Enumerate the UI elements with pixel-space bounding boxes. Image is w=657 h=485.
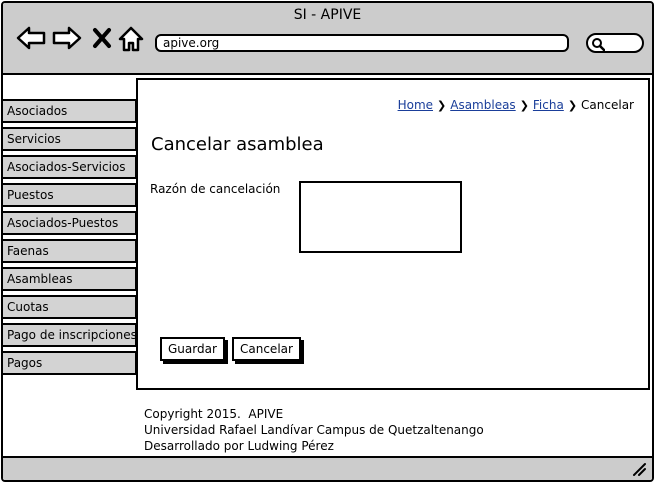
sidebar-item-asambleas[interactable]: Asambleas [3,267,137,291]
sidebar-item-pago-inscripciones[interactable]: Pago de inscripciones [3,323,137,347]
footer-university: Universidad Rafael Landívar Campus de Qu… [144,423,484,437]
search-icon [592,38,605,51]
footer-copyright: Copyright 2015. APIVE [144,407,284,421]
search-field[interactable] [586,33,644,53]
sidebar-item-pagos[interactable]: Pagos [3,351,137,375]
sidebar-item-cuotas[interactable]: Cuotas [3,295,137,319]
breadcrumb: Home ❯ Asambleas ❯ Ficha ❯ Cancelar [398,98,634,112]
address-bar[interactable]: apive.org [155,34,569,52]
footer: Copyright 2015. APIVE Universidad Rafael… [144,406,484,454]
status-bar [3,456,652,480]
reason-textarea[interactable] [299,181,462,253]
sidebar-item-faenas[interactable]: Faenas [3,239,137,263]
reason-label: Razón de cancelación [150,182,281,196]
sidebar-item-puestos[interactable]: Puestos [3,183,137,207]
page-title: Cancelar asamblea [151,134,324,155]
address-text: apive.org [163,36,220,50]
browser-toolbar: SI - APIVE apive.org [3,3,652,75]
back-arrow-icon[interactable] [15,25,47,51]
chevron-right-icon: ❯ [567,99,578,112]
chevron-right-icon: ❯ [519,99,529,112]
home-icon[interactable] [117,25,145,53]
save-button[interactable]: Guardar [160,337,225,361]
browser-window: SI - APIVE apive.org Asociados Servicios… [1,1,654,482]
sidebar-item-servicios[interactable]: Servicios [3,127,137,151]
close-icon[interactable] [91,25,113,51]
resize-grip-icon[interactable] [632,462,646,476]
breadcrumb-home-link[interactable]: Home [398,98,433,112]
sidebar-item-asociados[interactable]: Asociados [3,99,137,123]
breadcrumb-ficha-link[interactable]: Ficha [533,98,564,112]
cancel-button[interactable]: Cancelar [232,337,301,361]
main-content: Home ❯ Asambleas ❯ Ficha ❯ Cancelar Cancelar a… [136,78,650,390]
chevron-right-icon: ❯ [437,99,447,112]
breadcrumb-current: Cancelar [581,98,634,112]
sidebar-item-asociados-puestos[interactable]: Asociados-Puestos [3,211,137,235]
window-title: SI - APIVE [293,7,362,23]
breadcrumb-asambleas-link[interactable]: Asambleas [450,98,515,112]
sidebar-nav: Asociados Servicios Asociados-Servicios … [3,99,137,379]
forward-arrow-icon[interactable] [51,25,83,51]
sidebar-item-asociados-servicios[interactable]: Asociados-Servicios [3,155,137,179]
footer-developer: Desarrollado por Ludwing Pérez [144,439,334,453]
